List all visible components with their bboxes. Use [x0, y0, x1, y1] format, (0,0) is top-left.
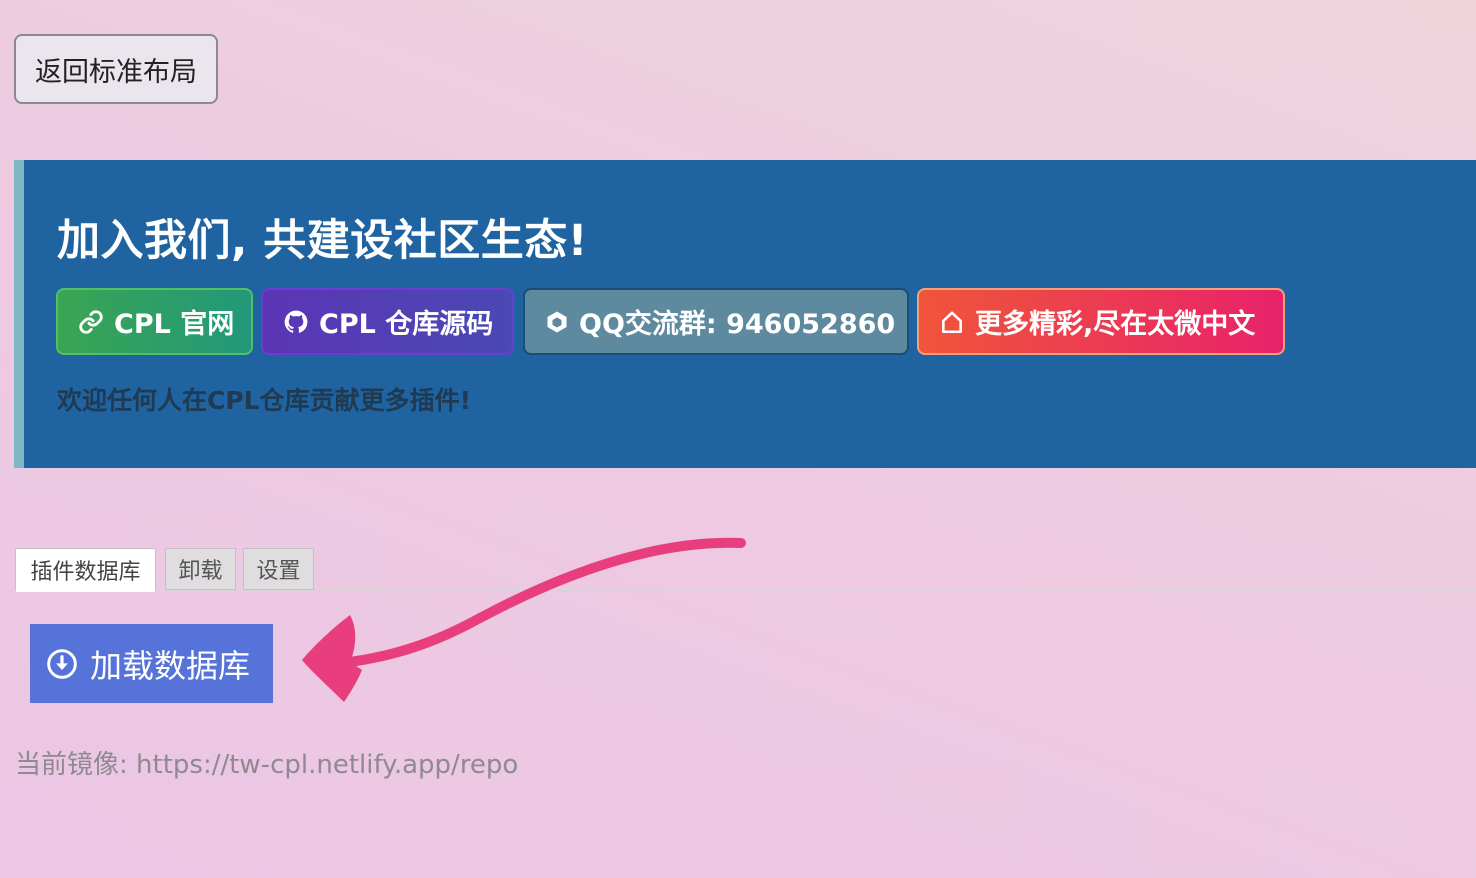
tab-uninstall[interactable]: 卸载 — [165, 548, 236, 590]
cube-icon — [547, 311, 567, 332]
back-to-standard-layout-button[interactable]: 返回标准布局 — [14, 34, 218, 104]
community-banner: 加入我们, 共建设社区生态! CPL 官网 CPL 仓库源码 QQ交流群: 94… — [14, 160, 1476, 468]
qq-group-label: QQ交流群: 946052860 — [579, 309, 896, 340]
load-database-label: 加载数据库 — [90, 646, 251, 685]
pink-arrow-icon — [302, 537, 746, 702]
banner-title: 加入我们, 共建设社区生态! — [57, 216, 588, 266]
taiwei-chinese-label: 更多精彩,尽在太微中文 — [975, 309, 1256, 340]
cpl-repo-source-link[interactable]: CPL 仓库源码 — [261, 288, 514, 355]
tab-plugin-database[interactable]: 插件数据库 — [15, 548, 156, 592]
download-circle-icon — [47, 648, 77, 679]
mirror-url: https://tw-cpl.netlify.app/repo — [136, 750, 519, 780]
qq-group-link[interactable]: QQ交流群: 946052860 — [523, 288, 909, 355]
cpl-website-link[interactable]: CPL 官网 — [56, 288, 253, 355]
contribution-note: 欢迎任何人在CPL仓库贡献更多插件! — [57, 386, 472, 415]
current-mirror-text: 当前镜像: https://tw-cpl.netlify.app/repo — [15, 744, 518, 781]
mirror-label: 当前镜像: — [15, 750, 128, 780]
link-icon — [79, 309, 103, 334]
cpl-repo-source-label: CPL 仓库源码 — [319, 309, 494, 340]
load-database-button[interactable]: 加载数据库 — [30, 624, 273, 703]
github-icon — [284, 310, 308, 333]
taiwei-chinese-link[interactable]: 更多精彩,尽在太微中文 — [917, 288, 1285, 355]
cpl-website-label: CPL 官网 — [114, 309, 235, 340]
home-icon — [942, 310, 962, 333]
